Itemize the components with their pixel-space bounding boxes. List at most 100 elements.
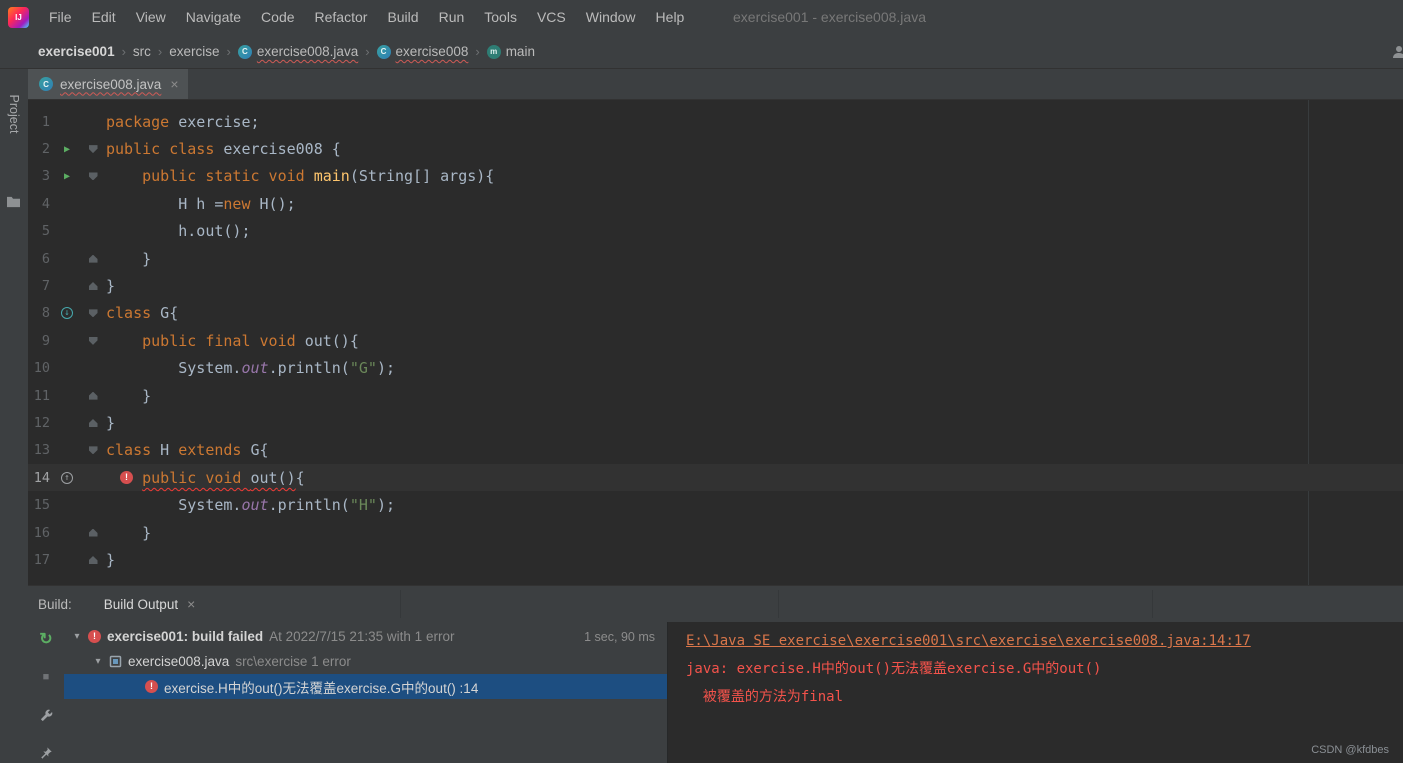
user-icon[interactable] [1391, 44, 1403, 63]
build-console-pane[interactable]: E:\Java SE exercise\exercise001\src\exer… [668, 622, 1403, 763]
token: System. [106, 496, 242, 515]
gutter-icon-cell[interactable]: ↑ [54, 471, 80, 484]
run-gutter[interactable]: ▶ [54, 144, 80, 155]
tab-exercise008-java[interactable]: C exercise008.java × [28, 69, 188, 99]
breadcrumb-item-src[interactable]: src [133, 44, 151, 59]
code-line[interactable]: 13 class H extends G{ [28, 437, 1403, 464]
fold-marker[interactable] [80, 172, 106, 181]
menu-vcs[interactable]: VCS [527, 0, 576, 35]
menu-tools[interactable]: Tools [474, 0, 527, 35]
breadcrumb-bar: exercise001 › src › exercise › Cexercise008.ja… [0, 35, 1403, 69]
fold-marker[interactable] [80, 446, 106, 455]
code-line[interactable]: 1 package exercise; [28, 108, 1403, 135]
editor[interactable]: 1 package exercise; 2 ▶ public class exercis… [28, 100, 1403, 585]
file-link[interactable]: E:\Java SE exercise\exercise001\src\exer… [686, 633, 1251, 649]
menu-code[interactable]: Code [251, 0, 304, 35]
fold-marker[interactable] [80, 528, 106, 537]
code-line[interactable]: 15 System.out.println("H"); [28, 491, 1403, 518]
chevron-down-icon[interactable]: ▾ [72, 631, 82, 642]
breadcrumb-item-exercise008-java[interactable]: Cexercise008.java [237, 44, 358, 59]
breadcrumb-item-exercise001[interactable]: exercise001 [38, 44, 115, 59]
menu-view[interactable]: View [126, 0, 176, 35]
code-line[interactable]: 5 h.out(); [28, 218, 1403, 245]
chevron-down-icon[interactable]: ▾ [93, 656, 103, 667]
menu-edit[interactable]: Edit [82, 0, 126, 35]
fold-marker[interactable] [80, 391, 106, 400]
overriding-method-icon[interactable]: ↑ [61, 471, 73, 484]
code-lines: 1 package exercise; 2 ▶ public class exercis… [28, 100, 1403, 574]
build-row-title: exercise001: build failed [107, 629, 264, 644]
code-line[interactable]: 10 System.out.println("G"); [28, 355, 1403, 382]
menu-window[interactable]: Window [576, 0, 646, 35]
code-line[interactable]: 7} [28, 272, 1403, 299]
menu-refactor[interactable]: Refactor [305, 0, 378, 35]
tab-build-output[interactable]: Build Output × [96, 592, 203, 616]
code-line[interactable]: 9 public final void out(){ [28, 327, 1403, 354]
code-text: H h =new H(); [106, 195, 295, 213]
token: } [106, 249, 152, 268]
code-line[interactable]: 3 ▶ public static void main(String[] args… [28, 163, 1403, 190]
project-tool-button[interactable]: Project [7, 95, 21, 134]
token: exercise; [169, 112, 260, 131]
fold-start-icon [88, 336, 98, 345]
code-line[interactable]: 4 H h =new H(); [28, 190, 1403, 217]
line-number: 17 [33, 551, 50, 568]
build-tree-row[interactable]: ▾ exercise008.java src\exercise 1 error [64, 649, 667, 674]
line-number: 2 [41, 141, 50, 158]
overridden-method-icon[interactable]: ↓ [61, 307, 73, 320]
run-gutter[interactable]: ▶ [54, 171, 80, 182]
menu-file[interactable]: File [39, 0, 82, 35]
run-arrow-icon[interactable]: ▶ [64, 171, 70, 182]
fold-end-icon [88, 555, 98, 564]
breadcrumb-item-exercise008[interactable]: Cexercise008 [376, 44, 468, 59]
fold-marker[interactable] [80, 145, 106, 154]
build-row-subtitle: src\exercise 1 error [235, 654, 351, 669]
code-line[interactable]: 6 } [28, 245, 1403, 272]
code-line[interactable]: 16 } [28, 519, 1403, 546]
line-number: 16 [33, 524, 50, 541]
fold-marker[interactable] [80, 309, 106, 318]
build-settings-wrench-icon[interactable] [37, 706, 55, 724]
code-text: } [106, 414, 115, 432]
rerun-build-button[interactable]: ↻ [37, 630, 55, 648]
tab-close-icon[interactable]: × [170, 76, 178, 92]
menu-run[interactable]: Run [429, 0, 475, 35]
build-tree-row[interactable]: ! exercise.H中的out()无法覆盖exercise.G中的out() … [64, 674, 667, 699]
pin-icon[interactable] [37, 744, 55, 762]
line-number: 8 [41, 305, 50, 322]
token: .println( [268, 359, 350, 378]
token: out [241, 359, 269, 378]
token: class [106, 304, 152, 323]
build-tab-close-icon[interactable]: × [187, 596, 195, 612]
menu-help[interactable]: Help [646, 0, 695, 35]
menu-items: File Edit View Navigate Code Refactor Build Run… [39, 0, 694, 35]
code-line[interactable]: 2 ▶ public class exercise008 { [28, 135, 1403, 162]
stop-build-button[interactable]: ■ [37, 668, 55, 686]
code-line[interactable]: 8 ↓ class G{ [28, 300, 1403, 327]
breadcrumb-item-main[interactable]: m main [486, 44, 535, 59]
breadcrumb-separator-icon: › [157, 44, 163, 59]
fold-marker[interactable] [80, 254, 106, 263]
line-number: 7 [41, 278, 50, 295]
build-tree-row[interactable]: ▾! exercise001: build failed At 2022/7/15 … [64, 624, 667, 649]
fold-marker[interactable] [80, 282, 106, 291]
breadcrumb-item-exercise[interactable]: exercise [169, 44, 219, 59]
tab-label: exercise008.java [60, 76, 162, 92]
watermark: CSDN @kfdbes [1311, 744, 1389, 756]
line-number: 1 [41, 113, 50, 130]
code-line[interactable]: 14 ↑! public void out(){ [28, 464, 1403, 492]
header-separator [400, 590, 401, 618]
gutter-icon-cell[interactable]: ↓ [54, 307, 80, 320]
fold-marker[interactable] [80, 555, 106, 564]
menu-build[interactable]: Build [377, 0, 428, 35]
menu-navigate[interactable]: Navigate [176, 0, 251, 35]
code-line[interactable]: 11 } [28, 382, 1403, 409]
code-line[interactable]: 17} [28, 546, 1403, 573]
token: H [151, 441, 179, 460]
fold-marker[interactable] [80, 336, 106, 345]
code-line[interactable]: 12} [28, 409, 1403, 436]
run-arrow-icon[interactable]: ▶ [64, 144, 70, 155]
folder-icon[interactable] [6, 195, 21, 213]
fold-marker[interactable] [80, 418, 106, 427]
